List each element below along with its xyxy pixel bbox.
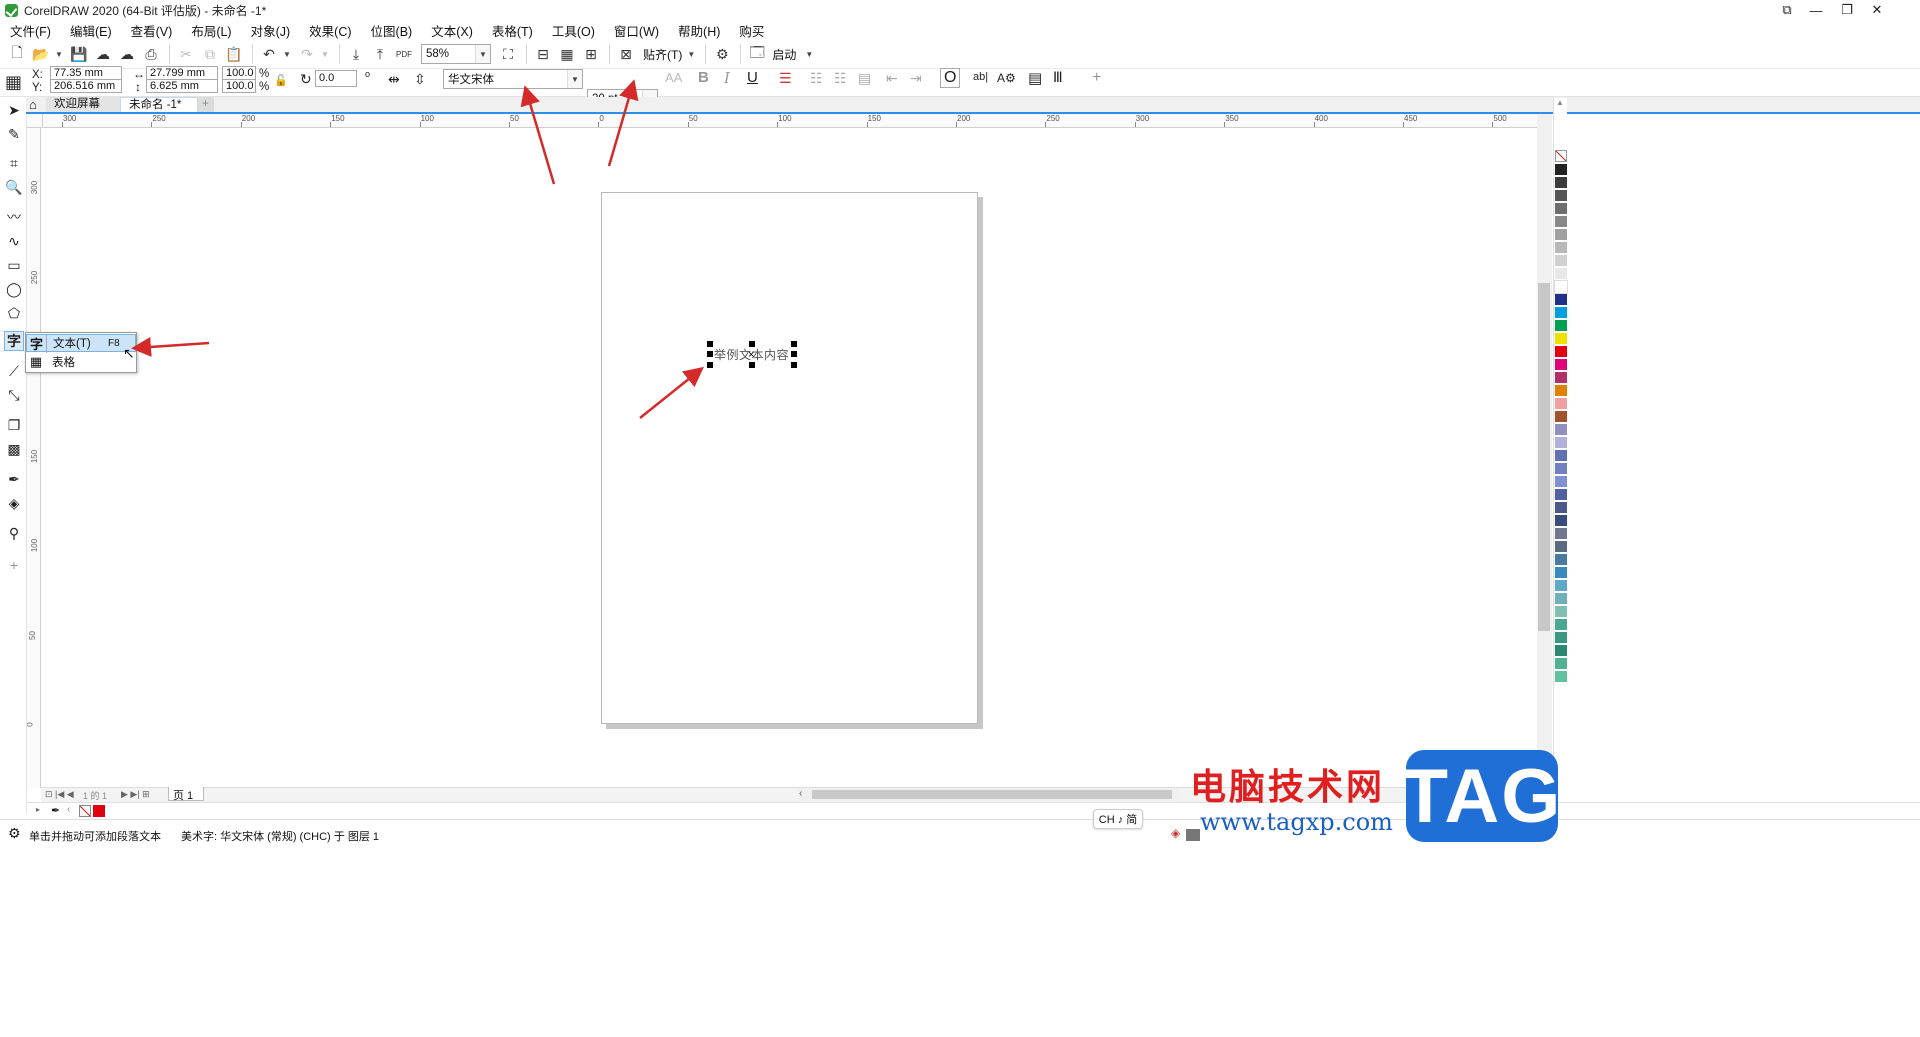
palette-color-swatch[interactable] [1555,554,1567,566]
palette-scroll-up-icon[interactable]: ▲ [1556,98,1564,107]
arrow-to-text-tool [131,336,210,357]
palette-color-swatch[interactable] [1555,580,1567,592]
palette-color-swatch[interactable] [1555,242,1567,254]
status-hint: 单击并拖动可添加段落文本 [29,831,161,843]
no-color-swatch[interactable] [1555,150,1567,162]
arrow-to-font-combo [520,85,556,185]
palette-color-swatch[interactable] [1555,203,1567,215]
vertical-scroll-thumb[interactable] [1538,283,1550,631]
watermark-tag-logo: TAG [1402,750,1560,842]
palette-color-swatch[interactable] [1555,294,1567,306]
palette-color-swatch[interactable] [1555,372,1567,384]
palette-color-swatch[interactable] [1555,398,1567,410]
status-settings-gear-icon[interactable]: ⚙ [8,825,21,842]
palette-color-swatch[interactable] [1555,476,1567,488]
palette-color-swatch[interactable] [1555,164,1567,176]
status-object-info: 美术字: 华文宋体 (常规) (CHC) 于 图层 1 [181,831,379,843]
palette-color-swatch[interactable] [1555,632,1567,644]
palette-color-swatch[interactable] [1555,216,1567,228]
palette-color-swatch[interactable] [1555,489,1567,501]
palette-color-swatch[interactable] [1555,359,1567,371]
palette-color-swatch[interactable] [1555,229,1567,241]
red-swatch[interactable] [93,805,105,817]
palette-expand-icon[interactable]: ▸ [36,805,40,814]
palette-color-swatch[interactable] [1555,515,1567,527]
palette-scroll-left-icon[interactable]: ‹ [67,804,70,815]
status-bar: ⚙ 单击并拖动可添加段落文本 美术字: 华文宋体 (常规) (CHC) 于 图层… [0,819,1920,847]
coreldraw-window: CorelDRAW 2020 (64-Bit 评估版) - 未命名 -1* ⧉ … [0,0,1920,1037]
palette-color-swatch[interactable] [1554,280,1568,294]
palette-color-swatch[interactable] [1555,177,1567,189]
color-eyedropper-icon[interactable]: ✒ [51,804,60,817]
watermark-site-name: 电脑技术网 [1190,767,1386,808]
page-tab-1[interactable]: 页 1 [168,787,205,802]
palette-color-swatch[interactable] [1555,450,1567,462]
palette-color-swatch[interactable] [1555,671,1567,683]
palette-color-swatch[interactable] [1555,619,1567,631]
palette-color-swatch[interactable] [1555,190,1567,202]
arrow-to-text-object [639,366,704,419]
annotation-arrows [131,79,704,419]
palette-color-swatch[interactable] [1555,645,1567,657]
no-fill-swatch[interactable] [79,805,91,817]
horizontal-scroll-thumb[interactable] [812,790,1172,799]
palette-color-swatch[interactable] [1555,268,1567,280]
arrow-to-size-combo [607,79,639,167]
scroll-left-icon[interactable]: ‹ [799,788,802,799]
palette-color-swatch[interactable] [1555,385,1567,397]
palette-color-swatch[interactable] [1555,658,1567,670]
palette-color-swatch[interactable] [1555,567,1567,579]
watermark-url: www.tagxp.com [1200,808,1393,836]
fill-indicator-icon[interactable]: ◈ [1171,826,1180,840]
palette-color-swatch[interactable] [1555,541,1567,553]
page-count-label: 1 的 1 [83,791,108,801]
palette-color-swatch[interactable] [1555,346,1567,358]
palette-color-swatch[interactable] [1555,333,1567,345]
palette-color-swatch[interactable] [1555,424,1567,436]
ime-indicator[interactable]: CH ♪ 简 [1093,809,1143,829]
palette-color-swatch[interactable] [1555,320,1567,332]
palette-color-swatch[interactable] [1555,411,1567,423]
palette-color-swatch[interactable] [1555,593,1567,605]
page-nav-next-controls[interactable]: ▶ ▶| ⊞ [121,789,150,800]
palette-color-swatch[interactable] [1555,606,1567,618]
color-palette: ▲ [1553,98,1568,838]
palette-color-swatch[interactable] [1555,307,1567,319]
palette-color-swatch[interactable] [1555,437,1567,449]
palette-color-swatch[interactable] [1555,255,1567,267]
palette-color-swatch[interactable] [1555,463,1567,475]
palette-color-swatch[interactable] [1555,528,1567,540]
palette-color-swatch[interactable] [1555,502,1567,514]
document-palette-bar: ▸ ✒ ‹ [27,802,1920,819]
fill-color-swatch[interactable] [1186,829,1200,841]
page-nav-controls[interactable]: ⊡ |◀ ◀ [45,789,74,800]
